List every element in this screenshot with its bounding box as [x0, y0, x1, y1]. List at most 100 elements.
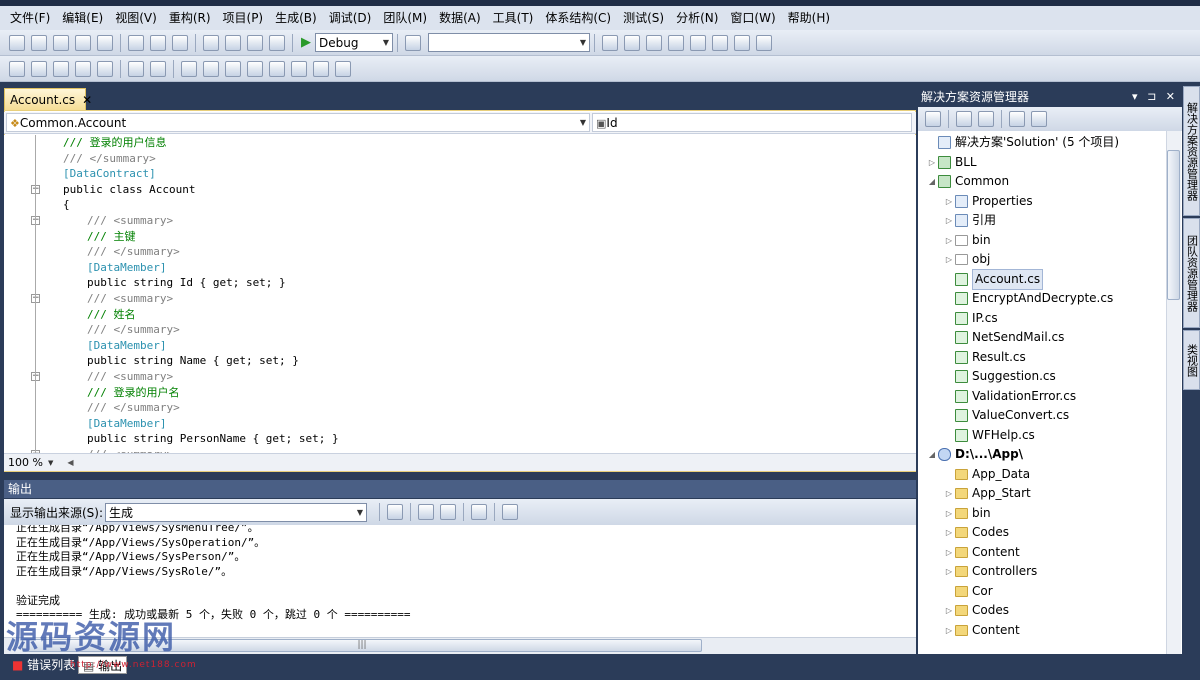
navigate-forward-icon[interactable]: [269, 34, 285, 51]
menu-item[interactable]: 编辑(E): [56, 6, 109, 30]
output-source-select[interactable]: 生成 ▼: [105, 502, 368, 522]
side-tab-solution-explorer[interactable]: 解决方案资源管理器: [1183, 86, 1200, 216]
complete-word-icon[interactable]: [75, 60, 91, 77]
tree-item[interactable]: Suggestion.cs: [943, 367, 1056, 387]
extension-manager-icon[interactable]: [690, 34, 706, 51]
tree-item[interactable]: ▷ BLL: [926, 153, 977, 173]
expander-icon[interactable]: ▷: [926, 153, 938, 173]
menu-item[interactable]: 视图(V): [109, 6, 163, 30]
close-icon[interactable]: ✕: [82, 93, 92, 107]
save-icon[interactable]: [75, 34, 91, 51]
open-file-icon[interactable]: [53, 34, 69, 51]
quick-info-icon[interactable]: [53, 60, 69, 77]
find-in-files-icon[interactable]: [405, 34, 421, 51]
tree-item[interactable]: ▷ 引用: [943, 211, 996, 231]
menu-item[interactable]: 测试(S): [617, 6, 670, 30]
new-project-icon[interactable]: [9, 34, 25, 51]
previous-bookmark-folder-icon[interactable]: [269, 60, 285, 77]
code-text-area[interactable]: /// 登录的用户信息/// </summary> [DataContract] p…: [4, 135, 916, 453]
clear-all-icon[interactable]: [471, 504, 488, 520]
find-message-icon[interactable]: [387, 504, 404, 520]
bookmark-doc-icon[interactable]: [313, 60, 329, 77]
tree-item[interactable]: ▷ App_Start: [943, 484, 1031, 504]
tree-item[interactable]: IP.cs: [943, 309, 998, 329]
parameter-info-icon[interactable]: [31, 60, 47, 77]
tree-item[interactable]: ValidationError.cs: [943, 387, 1076, 407]
properties-icon[interactable]: [624, 34, 640, 51]
previous-bookmark-icon[interactable]: [203, 60, 219, 77]
properties-icon[interactable]: [925, 111, 941, 127]
tree-item[interactable]: ▷ Codes: [943, 523, 1009, 543]
expander-icon[interactable]: ▷: [943, 484, 955, 504]
tree-item[interactable]: EncryptAndDecrypte.cs: [943, 289, 1113, 309]
tree-item[interactable]: ▷ Content: [943, 543, 1020, 563]
scroll-left-icon[interactable]: ◀: [67, 458, 73, 467]
tree-item[interactable]: 解决方案'Solution' (5 个项目): [926, 133, 1119, 153]
save-all-icon[interactable]: [97, 34, 113, 51]
refresh-icon[interactable]: [978, 111, 994, 127]
member-dropdown[interactable]: ▣Id: [592, 113, 912, 132]
menu-item[interactable]: 项目(P): [217, 6, 270, 30]
type-dropdown[interactable]: ❖Common.Account ▼: [6, 113, 590, 132]
menu-item[interactable]: 帮助(H): [782, 6, 836, 30]
decrease-indent-icon[interactable]: [97, 60, 113, 77]
tree-item[interactable]: ▷ bin: [943, 504, 991, 524]
team-explorer-icon[interactable]: [734, 34, 750, 51]
tree-item[interactable]: ▷ obj: [943, 250, 990, 270]
tree-item[interactable]: WFHelp.cs: [943, 426, 1035, 446]
tree-item[interactable]: Cor: [943, 582, 993, 602]
paste-icon[interactable]: [172, 34, 188, 51]
search-icon[interactable]: [1031, 111, 1047, 127]
menu-item[interactable]: 文件(F): [4, 6, 56, 30]
scrollbar-thumb[interactable]: [1167, 150, 1180, 300]
go-to-next-message-icon[interactable]: [440, 504, 457, 520]
expander-icon[interactable]: ▷: [943, 621, 955, 641]
view-class-diagram-icon[interactable]: [1009, 111, 1025, 127]
show-all-files-icon[interactable]: [956, 111, 972, 127]
expander-icon[interactable]: ▷: [943, 211, 955, 231]
undo-icon[interactable]: [203, 34, 219, 51]
clear-bookmarks-icon[interactable]: [247, 60, 263, 77]
expander-icon[interactable]: ▷: [943, 231, 955, 251]
toggle-bookmark-icon[interactable]: [181, 60, 197, 77]
menu-item[interactable]: 分析(N): [670, 6, 724, 30]
expander-icon[interactable]: ▷: [943, 543, 955, 563]
tree-item[interactable]: Account.cs: [943, 268, 1044, 290]
tab-error-list[interactable]: ■ 错误列表: [8, 656, 79, 674]
zoom-level[interactable]: 100 %: [4, 456, 48, 469]
toolbar-options-icon[interactable]: [335, 60, 351, 77]
solution-explorer-icon[interactable]: [602, 34, 618, 51]
display-object-member-list-icon[interactable]: [9, 60, 25, 77]
add-item-icon[interactable]: [31, 34, 47, 51]
find-combo[interactable]: ▼: [428, 33, 590, 52]
expander-icon[interactable]: ◢: [926, 172, 938, 192]
tree-item[interactable]: ◢ D:\...\App\: [926, 445, 1023, 465]
panel-window-controls[interactable]: ▾ ⊐ ✕: [1132, 88, 1178, 106]
tree-item[interactable]: ▷ Content: [943, 621, 1020, 641]
toolbox-icon[interactable]: [668, 34, 684, 51]
tree-item[interactable]: ▷ Codes: [943, 601, 1009, 621]
expander-icon[interactable]: ▷: [943, 504, 955, 524]
comment-lines-icon[interactable]: [128, 60, 144, 77]
copy-icon[interactable]: [150, 34, 166, 51]
object-browser-icon[interactable]: [646, 34, 662, 51]
tree-item[interactable]: ValueConvert.cs: [943, 406, 1069, 426]
tab-account-cs[interactable]: Account.cs ✕: [4, 88, 92, 110]
menu-item[interactable]: 重构(R): [163, 6, 217, 30]
chevron-down-icon[interactable]: ▼: [48, 459, 53, 467]
tree-item[interactable]: ▷ Controllers: [943, 562, 1037, 582]
tree-item[interactable]: ◢ Common: [926, 172, 1009, 192]
start-page-icon[interactable]: [712, 34, 728, 51]
toggle-word-wrap-icon[interactable]: [502, 504, 519, 520]
navigate-backward-icon[interactable]: [247, 34, 263, 51]
side-tab-team-explorer[interactable]: 团队资源管理器: [1183, 218, 1200, 328]
solution-configuration-select[interactable]: Debug ▼: [315, 33, 393, 52]
next-bookmark-icon[interactable]: [225, 60, 241, 77]
cut-icon[interactable]: [128, 34, 144, 51]
uncomment-lines-icon[interactable]: [150, 60, 166, 77]
tree-item[interactable]: ▷ Properties: [943, 192, 1033, 212]
menu-item[interactable]: 工具(T): [487, 6, 540, 30]
command-window-icon[interactable]: [756, 34, 772, 51]
menu-item[interactable]: 数据(A): [433, 6, 487, 30]
expander-icon[interactable]: ▷: [943, 250, 955, 270]
